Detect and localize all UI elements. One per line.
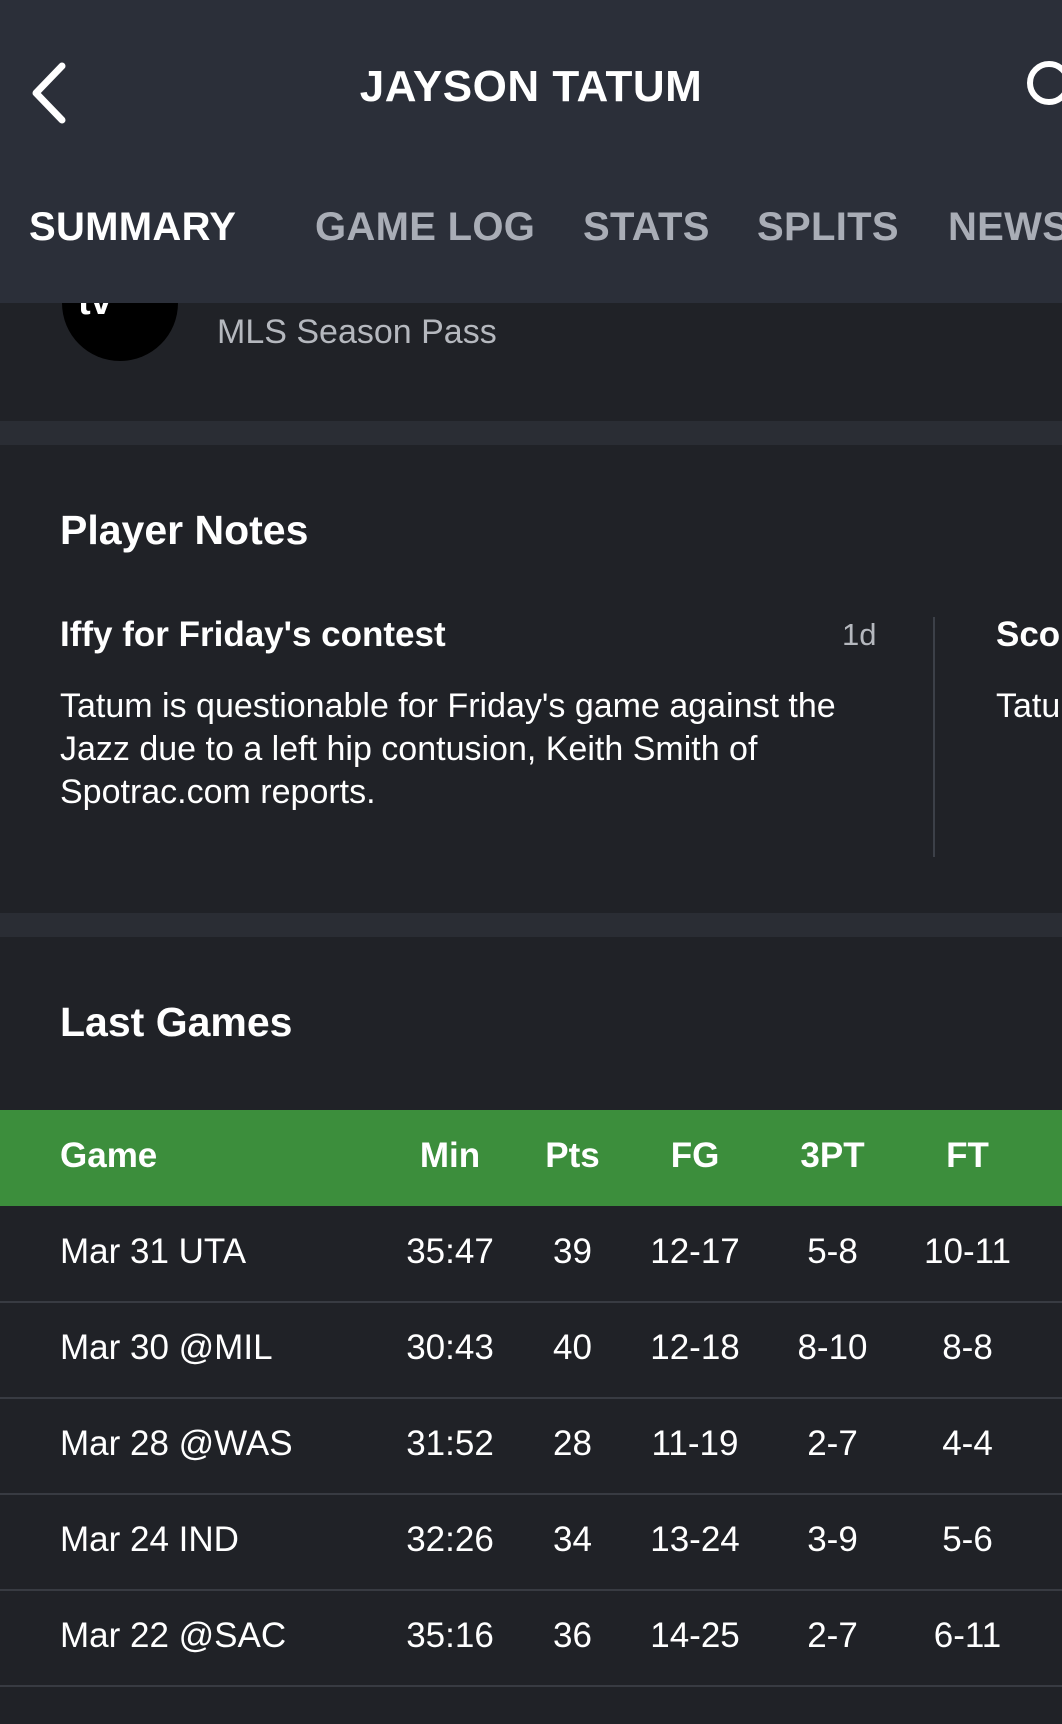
cell-pts: 40 (553, 1328, 592, 1367)
column-header-min: Min (419, 1136, 481, 1175)
cell-3pt: 2-7 (807, 1616, 858, 1655)
table-row[interactable]: Mar 28 @WAS 31:52 28 11-19 2-7 4-4 (0, 1398, 1062, 1495)
cell-game: Mar 28 @WAS (60, 1424, 293, 1463)
last-games-section: Last Games Game Min Pts FG 3PT FT Mar 31… (0, 937, 1062, 1724)
section-divider (0, 421, 1062, 445)
tab-bar: SUMMARY GAME LOG STATS SPLITS NEWS (0, 205, 1062, 257)
cell-game: Mar 22 @SAC (60, 1616, 287, 1655)
column-header-fg: FG (670, 1136, 720, 1175)
cell-min: 35:16 (406, 1616, 494, 1655)
note-headline[interactable]: Iffy for Friday's contest (60, 615, 446, 655)
tab-summary[interactable]: SUMMARY (29, 205, 236, 250)
tab-game-log[interactable]: GAME LOG (315, 205, 535, 250)
tab-stats[interactable]: STATS (583, 205, 710, 250)
cell-game: Mar 30 @MIL (60, 1328, 273, 1367)
cell-min: 30:43 (406, 1328, 494, 1367)
table-row[interactable]: Mar 30 @MIL 30:43 40 12-18 8-10 8-8 (0, 1302, 1062, 1399)
search-icon (1027, 61, 1062, 105)
cell-pts: 36 (553, 1616, 592, 1655)
top-header: JAYSON TATUM SUMMARY GAME LOG STATS SPLI… (0, 0, 1062, 303)
cell-fg: 11-19 (651, 1424, 739, 1463)
cell-fg: 12-18 (650, 1328, 740, 1367)
last-games-title: Last Games (60, 999, 293, 1045)
cell-fg: 12-17 (650, 1232, 740, 1271)
cell-min: 31:52 (406, 1424, 494, 1463)
note-headline-2[interactable]: Scor (996, 615, 1062, 655)
cell-fg: 13-24 (650, 1520, 740, 1559)
search-button[interactable] (1022, 58, 1062, 128)
note-divider (933, 617, 935, 857)
table-row[interactable]: Mar 24 IND 32:26 34 13-24 3-9 5-6 (0, 1494, 1062, 1591)
cell-min: 32:26 (406, 1520, 494, 1559)
note-timestamp: 1d (842, 617, 877, 652)
note-body-2: Tatu FT), minu the (996, 687, 1062, 725)
cell-ft: 10-11 (924, 1232, 1011, 1271)
note-body: Tatum is questionable for Friday's game … (60, 687, 836, 811)
player-notes-section: Player Notes Iffy for Friday's contest 1… (0, 445, 1062, 913)
tab-news[interactable]: NEWS (948, 205, 1062, 250)
cell-ft: 8-8 (942, 1328, 993, 1367)
column-header-game: Game (60, 1136, 158, 1175)
table-header: Game Min Pts FG 3PT FT (0, 1110, 1062, 1206)
cell-pts: 28 (553, 1424, 592, 1463)
player-notes-title: Player Notes (60, 507, 309, 553)
promo-subtitle: MLS Season Pass (217, 313, 497, 351)
cell-pts: 34 (553, 1520, 592, 1559)
cell-3pt: 3-9 (807, 1520, 858, 1559)
column-header-ft: FT (946, 1136, 989, 1175)
cell-game: Mar 31 UTA (60, 1232, 247, 1271)
section-divider (0, 913, 1062, 937)
cell-game: Mar 24 IND (60, 1520, 239, 1559)
cell-ft: 4-4 (942, 1424, 993, 1463)
cell-ft: 5-6 (942, 1520, 993, 1559)
column-header-pts: Pts (545, 1136, 600, 1175)
cell-fg: 14-25 (650, 1616, 740, 1655)
table-row[interactable]: Mar 31 UTA 35:47 39 12-17 5-8 10-11 (0, 1206, 1062, 1303)
tab-splits[interactable]: SPLITS (757, 205, 899, 250)
cell-3pt: 2-7 (807, 1424, 858, 1463)
cell-3pt: 5-8 (807, 1232, 858, 1271)
column-header-3pt: 3PT (800, 1136, 865, 1175)
cell-ft: 6-11 (933, 1616, 1002, 1655)
cell-pts: 39 (553, 1232, 592, 1271)
table-row[interactable]: Mar 22 @SAC 35:16 36 14-25 2-7 6-11 (0, 1590, 1062, 1687)
cell-3pt: 8-10 (797, 1328, 868, 1367)
page-title: JAYSON TATUM (359, 62, 703, 111)
cell-min: 35:47 (406, 1232, 494, 1271)
